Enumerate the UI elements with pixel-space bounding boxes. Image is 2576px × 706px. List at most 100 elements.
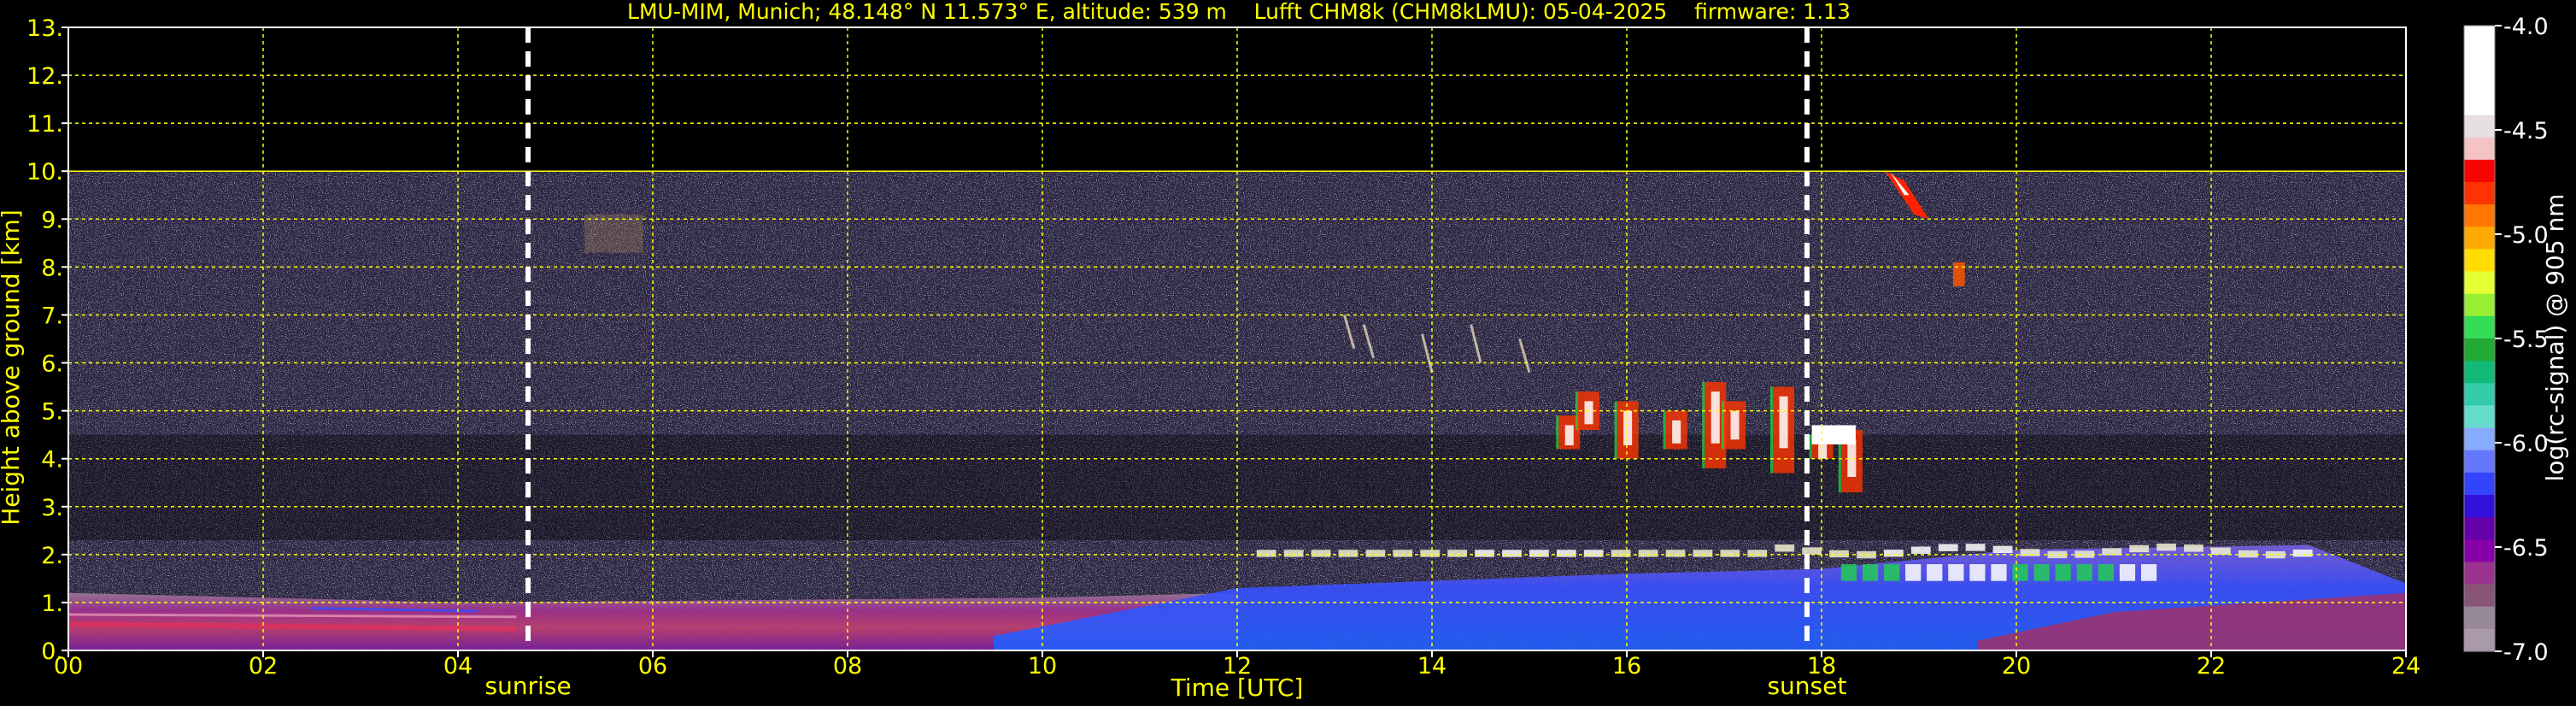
y-tick-label: 13. <box>26 15 63 42</box>
colorbar-segment <box>2464 562 2495 585</box>
colorbar-segment <box>2464 204 2495 227</box>
pbl-cloud <box>1992 545 2013 554</box>
colorbar-segment <box>2464 271 2495 295</box>
pbl-cloud <box>1883 550 1904 557</box>
x-tick-label: 18 <box>1807 653 1836 680</box>
pbl-cloud <box>1693 550 1713 557</box>
x-tick-label: 04 <box>443 653 472 680</box>
pbl-cloud <box>1665 550 1686 557</box>
colorbar-segment <box>2464 249 2495 273</box>
colorbar-segment <box>2464 137 2495 161</box>
x-tick-label: 10 <box>1028 653 1057 680</box>
colorbar-segment <box>2464 584 2495 608</box>
pbl-cloud <box>1905 564 1922 581</box>
pbl-cloud <box>1840 564 1857 581</box>
y-axis-label: Height above ground [km] <box>0 209 25 526</box>
pbl-cloud <box>1556 550 1576 557</box>
x-tick-label: 14 <box>1417 653 1446 680</box>
pbl-cloud <box>2076 564 2092 581</box>
colorbar-segment <box>2464 70 2495 94</box>
cloud-edge <box>1576 391 1578 431</box>
x-tick-label: 08 <box>833 653 862 680</box>
y-tick-label: 7. <box>41 303 63 329</box>
y-tick-label: 6. <box>41 351 63 378</box>
x-tick-label: 02 <box>249 653 278 680</box>
pbl-cloud <box>2292 549 2313 557</box>
y-tick-label: 4. <box>41 447 63 474</box>
colorbar-segment <box>2464 427 2495 451</box>
colorbar-tick-label: -6.5 <box>2503 535 2549 562</box>
pbl-cloud <box>2033 564 2050 581</box>
pbl-cloud <box>1883 564 1900 581</box>
colorbar-segment <box>2464 606 2495 630</box>
colorbar-segment <box>2464 26 2495 49</box>
colorbar-segment <box>2464 159 2495 183</box>
y-tick-label: 8. <box>41 255 63 281</box>
colorbar: -4.0-4.5-5.0-5.5-6.0-6.5-7.0 <box>2463 14 2549 666</box>
faint-cloud <box>584 214 643 253</box>
pbl-cloud <box>1365 550 1386 557</box>
pbl-cloud <box>1393 550 1413 557</box>
pbl-cloud <box>2129 544 2150 553</box>
colorbar-segment <box>2464 383 2495 407</box>
cloud-edge <box>1702 381 1705 468</box>
pbl-cloud <box>2102 548 2122 556</box>
pbl-cloud <box>1802 547 1822 555</box>
pbl-cloud <box>1775 544 1795 552</box>
pbl-cloud <box>1747 550 1768 557</box>
cloud-edge <box>1722 401 1724 450</box>
cirrus <box>1952 262 1965 286</box>
pbl-cloud <box>1969 564 1986 581</box>
pbl-cloud <box>2020 549 2040 556</box>
colorbar-segment <box>2464 227 2495 250</box>
ceilometer-chart: sunrise sunset 00 02 04 06 08 10 12 14 16 18 20 22 24… <box>0 0 2569 702</box>
pbl-cloud <box>1338 550 1358 557</box>
x-tick-label: 22 <box>2197 653 2226 680</box>
x-axis-label: Time [UTC] <box>1171 674 1304 702</box>
colorbar-tick-label: -7.0 <box>2503 639 2549 666</box>
x-tick-label: 20 <box>2002 653 2031 680</box>
chart-title: LMU-MIM, Munich; 48.148° N 11.573° E, al… <box>627 0 1851 24</box>
pbl-cloud <box>1948 564 1964 581</box>
colorbar-segment <box>2464 539 2495 563</box>
colorbar-segment <box>2464 361 2495 384</box>
pbl-cloud <box>1829 550 1849 558</box>
colorbar-segment <box>2464 450 2495 474</box>
colorbar-segment <box>2464 338 2495 362</box>
pbl-cloud <box>1583 550 1604 557</box>
pbl-cloud <box>2047 550 2068 559</box>
pbl-cloud <box>2098 564 2114 581</box>
cloud-edge <box>1663 410 1666 450</box>
colorbar-segment <box>2464 293 2495 317</box>
pbl-cloud <box>1311 550 1331 557</box>
x-tick-label: 24 <box>2391 653 2421 680</box>
cloud-core <box>1623 410 1633 445</box>
pbl-cloud <box>1927 564 1943 581</box>
cloud-core <box>1584 401 1593 425</box>
x-tick-label: 16 <box>1612 653 1641 680</box>
pbl-cloud <box>1502 550 1522 557</box>
pbl-cloud <box>1529 550 1549 557</box>
colorbar-segment <box>2464 495 2495 518</box>
cloud-edge <box>1809 434 1812 459</box>
colorbar-segment <box>2464 517 2495 540</box>
colorbar-segment <box>2464 182 2495 205</box>
pbl-cloud <box>2119 564 2136 581</box>
colorbar-segment <box>2464 115 2495 138</box>
y-tick-label: 2. <box>41 543 63 569</box>
pbl-cloud <box>1638 550 1658 557</box>
colorbar-segment <box>2464 48 2495 71</box>
pbl-cloud <box>1991 564 2007 581</box>
cloud-edge <box>1770 386 1773 474</box>
colorbar-tick-label: -4.5 <box>2503 118 2549 144</box>
y-tick-label: 9. <box>41 207 63 233</box>
pbl-cloud <box>2055 564 2071 581</box>
cloud-core <box>1811 425 1856 444</box>
cloud-core <box>1710 391 1720 444</box>
pbl-cloud <box>1910 546 1931 554</box>
cloud-core <box>1672 420 1681 444</box>
colorbar-tick-label: -4.0 <box>2503 14 2549 40</box>
y-tick-label: 3. <box>41 495 63 521</box>
marker-label-sunrise: sunrise <box>484 672 571 700</box>
y-tick-label: 0. <box>41 638 63 665</box>
